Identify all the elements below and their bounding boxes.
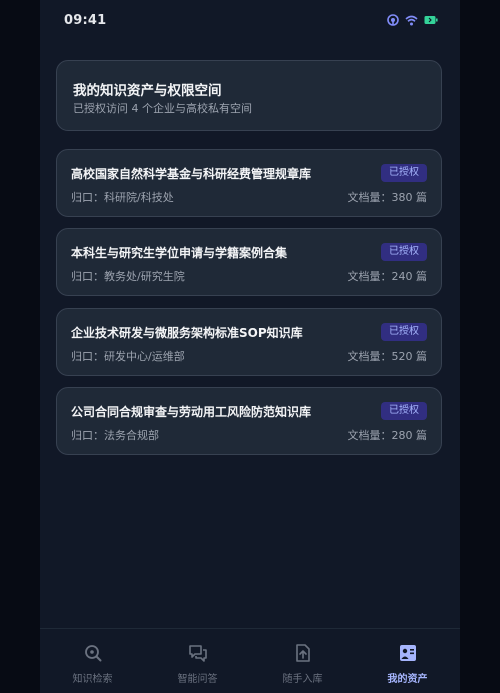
owner-value: 教务处/研究生院 [104, 270, 185, 283]
owner-value: 研发中心/运维部 [104, 350, 185, 363]
count-label: 文档量： [347, 429, 392, 442]
tab-smart-qa[interactable]: 智能问答 [145, 629, 250, 693]
authorized-badge: 已授权 [381, 243, 427, 261]
knowledge-base-card[interactable]: 高校国家自然科学基金与科研经费管理规章库 已授权 归口：科研院/科技处 文档量：… [56, 149, 442, 217]
knowledge-base-card[interactable]: 企业技术研发与微服务架构标准SOP知识库 已授权 归口：研发中心/运维部 文档量… [56, 308, 442, 376]
page-title: 我的知识资产与权限空间 [73, 83, 222, 99]
owner-label: 归口： [71, 191, 104, 204]
status-icons [387, 14, 438, 26]
document-count: 文档量：380 篇 [348, 189, 428, 205]
tab-label: 我的资产 [387, 674, 428, 685]
count-value: 520 篇 [391, 350, 428, 363]
authorized-badge: 已授权 [381, 164, 427, 182]
chat-icon [188, 643, 208, 663]
tab-label: 随手入库 [282, 674, 323, 685]
phone-screen: 09:41 我的知识资产与权限空间 已授权访问 4 个企业与高校私有空间 高校国… [40, 0, 460, 693]
knowledge-base-owner: 归口：教务处/研究生院 [71, 268, 185, 284]
tab-knowledge-search[interactable]: 知识检索 [40, 629, 145, 693]
count-label: 文档量： [347, 270, 392, 283]
knowledge-base-title: 本科生与研究生学位申请与学籍案例合集 [71, 246, 288, 260]
tab-my-assets[interactable]: 我的资产 [355, 629, 460, 693]
owner-value: 科研院/科技处 [104, 191, 174, 204]
document-count: 文档量：280 篇 [348, 427, 428, 443]
knowledge-base-title: 高校国家自然科学基金与科研经费管理规章库 [71, 167, 312, 181]
owner-label: 归口： [71, 350, 104, 363]
owner-label: 归口： [71, 429, 104, 442]
knowledge-base-owner: 归口：法务合规部 [71, 427, 159, 443]
count-value: 240 篇 [391, 270, 428, 283]
bottom-tab-bar: 知识检索 智能问答 随手入库 我的资产 [40, 628, 460, 693]
knowledge-base-card[interactable]: 本科生与研究生学位申请与学籍案例合集 已授权 归口：教务处/研究生院 文档量：2… [56, 228, 442, 296]
authorized-badge: 已授权 [381, 402, 427, 420]
status-bar: 09:41 [40, 0, 460, 42]
tab-label: 智能问答 [177, 674, 218, 685]
document-count: 文档量：520 篇 [348, 348, 428, 364]
count-label: 文档量： [347, 191, 392, 204]
tab-quick-ingest[interactable]: 随手入库 [250, 629, 355, 693]
knowledge-base-title: 公司合同合规审查与劳动用工风险防范知识库 [71, 405, 312, 419]
knowledge-base-owner: 归口：科研院/科技处 [71, 189, 174, 205]
search-icon [83, 643, 103, 663]
count-value: 280 篇 [391, 429, 428, 442]
tab-label: 知识检索 [72, 674, 113, 685]
assets-icon [398, 643, 418, 663]
count-value: 380 篇 [391, 191, 428, 204]
count-label: 文档量： [347, 350, 392, 363]
wifi-icon [405, 15, 418, 26]
owner-label: 归口： [71, 270, 104, 283]
knowledge-base-owner: 归口：研发中心/运维部 [71, 348, 185, 364]
knowledge-base-card[interactable]: 公司合同合规审查与劳动用工风险防范知识库 已授权 归口：法务合规部 文档量：28… [56, 387, 442, 455]
status-time: 09:41 [64, 13, 107, 28]
document-count: 文档量：240 篇 [348, 268, 428, 284]
upload-icon [293, 643, 313, 663]
knowledge-base-title: 企业技术研发与微服务架构标准SOP知识库 [71, 326, 303, 340]
battery-icon [424, 15, 438, 25]
assets-header-card: 我的知识资产与权限空间 已授权访问 4 个企业与高校私有空间 [56, 60, 442, 131]
page-subtitle: 已授权访问 4 个企业与高校私有空间 [73, 102, 252, 115]
signal-icon [387, 14, 399, 26]
authorized-badge: 已授权 [381, 323, 427, 341]
owner-value: 法务合规部 [104, 429, 159, 442]
